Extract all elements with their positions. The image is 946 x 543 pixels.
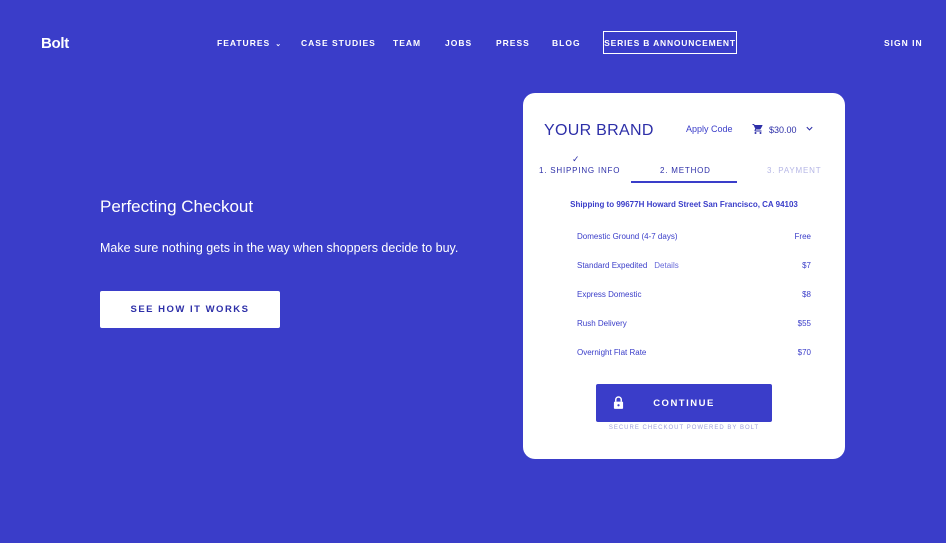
option-price: $8 (802, 290, 811, 299)
shipping-option[interactable]: Rush Delivery $55 (577, 319, 811, 328)
nav-team[interactable]: TEAM (393, 38, 421, 48)
step-payment[interactable]: 3. PAYMENT (767, 166, 821, 175)
shipping-option[interactable]: Overnight Flat Rate $70 (577, 348, 811, 357)
nav-features-label: FEATURES (217, 38, 271, 48)
sign-in-link[interactable]: SIGN IN (884, 38, 923, 48)
step-shipping-info[interactable]: 1. SHIPPING INFO (539, 166, 620, 175)
step-method[interactable]: 2. METHOD (660, 166, 711, 175)
see-how-it-works-button[interactable]: SEE HOW IT WORKS (100, 291, 280, 328)
active-step-indicator (631, 181, 737, 183)
cart-icon[interactable] (752, 123, 764, 135)
option-name: Domestic Ground (4-7 days) (577, 232, 678, 241)
continue-label: CONTINUE (653, 397, 715, 409)
checkout-card: YOUR BRAND Apply Code $30.00 ✓ 1. SHIPPI… (523, 93, 845, 459)
details-link[interactable]: Details (654, 261, 678, 270)
option-name: Express Domestic (577, 290, 642, 299)
nav-case-studies[interactable]: CASE STUDIES (301, 38, 376, 48)
bolt-logo[interactable]: Bolt (41, 35, 69, 52)
option-price: $70 (797, 348, 811, 357)
option-name: Overnight Flat Rate (577, 348, 647, 357)
nav-press[interactable]: PRESS (496, 38, 530, 48)
secure-checkout-note: SECURE CHECKOUT POWERED BY BOLT (608, 425, 760, 431)
continue-button[interactable]: CONTINUE (596, 384, 772, 422)
nav-jobs[interactable]: JOBS (445, 38, 472, 48)
apply-code-link[interactable]: Apply Code (686, 124, 733, 134)
cart-total[interactable]: $30.00 (769, 125, 797, 135)
option-price: $7 (802, 261, 811, 270)
lock-icon (613, 396, 624, 409)
hero-subtitle: Make sure nothing gets in the way when s… (100, 241, 459, 255)
shipping-option[interactable]: Domestic Ground (4-7 days) Free (577, 232, 811, 241)
option-price: $55 (797, 319, 811, 328)
brand-name: YOUR BRAND (544, 122, 654, 139)
shipping-address: Shipping to 99677H Howard Street San Fra… (570, 200, 798, 209)
chevron-down-icon: ⌄ (275, 41, 283, 48)
chevron-down-icon[interactable] (805, 124, 814, 133)
nav-features[interactable]: FEATURES ⌄ (217, 38, 282, 48)
option-name: Standard Expedited (577, 261, 648, 270)
shipping-option[interactable]: Standard Expedited Details $7 (577, 261, 811, 270)
option-price: Free (794, 232, 811, 241)
check-icon: ✓ (572, 154, 580, 164)
nav-blog[interactable]: BLOG (552, 38, 581, 48)
shipping-option[interactable]: Express Domestic $8 (577, 290, 811, 299)
series-b-announcement-button[interactable]: SERIES B ANNOUNCEMENT (603, 31, 737, 54)
option-name: Rush Delivery (577, 319, 627, 328)
hero-title: Perfecting Checkout (100, 197, 254, 216)
